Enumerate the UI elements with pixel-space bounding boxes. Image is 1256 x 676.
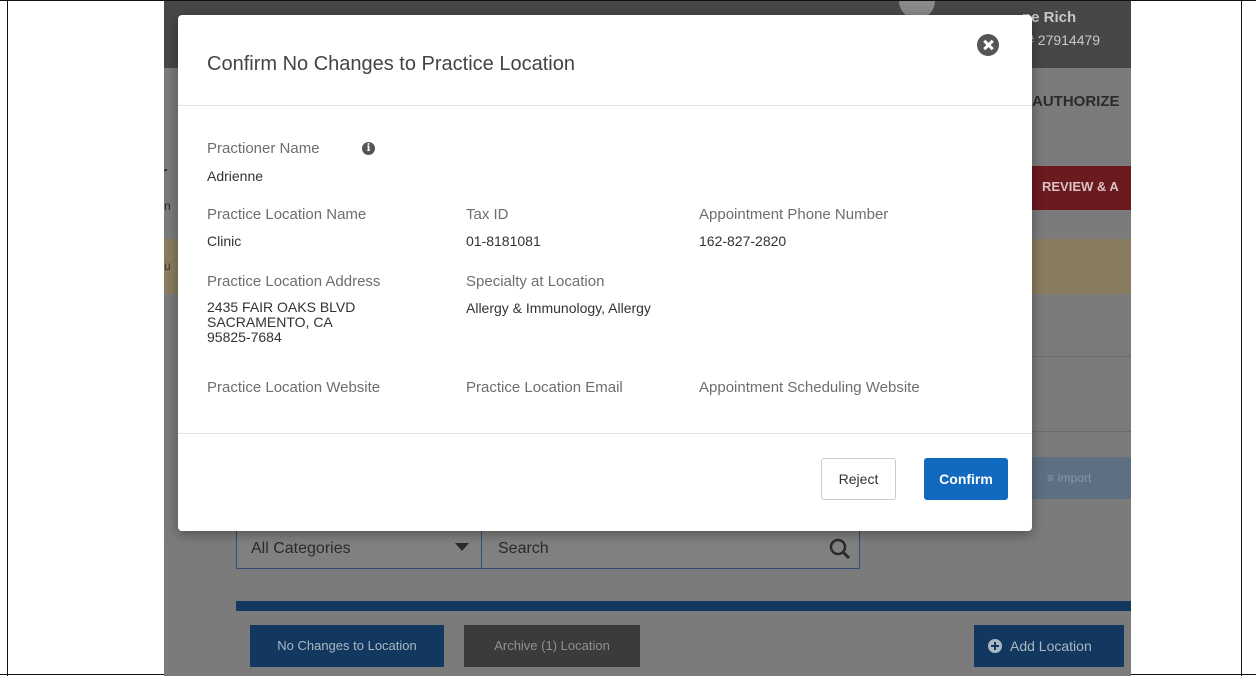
practitioner-name-label: Practioner Name: [207, 140, 320, 157]
frame-border-right: [1241, 1, 1242, 676]
info-icon[interactable]: i: [362, 142, 375, 155]
category-select-value: All Categories: [251, 540, 351, 557]
page-subtitle-fragment: n: [164, 199, 171, 213]
practice-location-address-value: 2435 FAIR OAKS BLVD SACRAMENTO, CA 95825…: [207, 299, 356, 345]
no-changes-to-location-button[interactable]: No Changes to Location: [250, 625, 444, 667]
appointment-phone-label: Appointment Phone Number: [699, 206, 889, 223]
search-placeholder: Search: [498, 540, 549, 557]
divider: [1032, 356, 1131, 357]
frame-border-left: [7, 1, 8, 676]
banner-text-fragment: u: [164, 259, 171, 273]
add-location-button[interactable]: Add Location: [974, 625, 1124, 667]
appointment-phone-value: 162-827-2820: [699, 233, 787, 249]
appointment-scheduling-website-label: Appointment Scheduling Website: [699, 379, 920, 396]
tax-id-label: Tax ID: [466, 206, 509, 223]
caret-down-icon: [455, 543, 469, 551]
practice-location-address-label: Practice Location Address: [207, 273, 381, 290]
practice-location-name-value: Clinic: [207, 233, 242, 249]
archive-location-button[interactable]: Archive (1) Location: [464, 625, 640, 667]
practice-location-website-label: Practice Location Website: [207, 379, 381, 396]
page-title-fragment: r: [164, 161, 167, 187]
modal-title: Confirm No Changes to Practice Location: [207, 53, 575, 75]
modal-footer-divider: [178, 433, 1032, 434]
specialty-value: Allergy & Immunology, Allergy: [466, 300, 651, 316]
specialty-label: Specialty at Location: [466, 273, 605, 290]
confirm-button[interactable]: Confirm: [924, 458, 1008, 500]
screenshot-frame: ne Rich D# 27914479 AUTHORIZE REVIEW & A…: [0, 0, 1256, 676]
practitioner-name-value: Adrienne: [207, 168, 264, 184]
plus-circle-icon: [988, 639, 1002, 653]
category-select[interactable]: All Categories: [236, 529, 482, 569]
review-button[interactable]: REVIEW & A: [1032, 166, 1131, 210]
tab-authorize[interactable]: AUTHORIZE: [1032, 93, 1120, 110]
search-icon[interactable]: [829, 538, 851, 560]
modal-header: Confirm No Changes to Practice Location: [178, 15, 1032, 106]
reject-button[interactable]: Reject: [821, 458, 896, 500]
search-input[interactable]: Search: [481, 529, 860, 569]
divider: [1032, 431, 1131, 432]
tax-id-value: 01-8181081: [466, 233, 541, 249]
import-button[interactable]: ≡ Import: [1032, 457, 1131, 499]
add-location-label: Add Location: [1010, 638, 1092, 654]
practice-location-email-label: Practice Location Email: [466, 379, 623, 396]
location-list-header-band: [236, 601, 1131, 611]
practice-location-name-label: Practice Location Name: [207, 206, 367, 223]
close-icon[interactable]: [977, 34, 999, 56]
